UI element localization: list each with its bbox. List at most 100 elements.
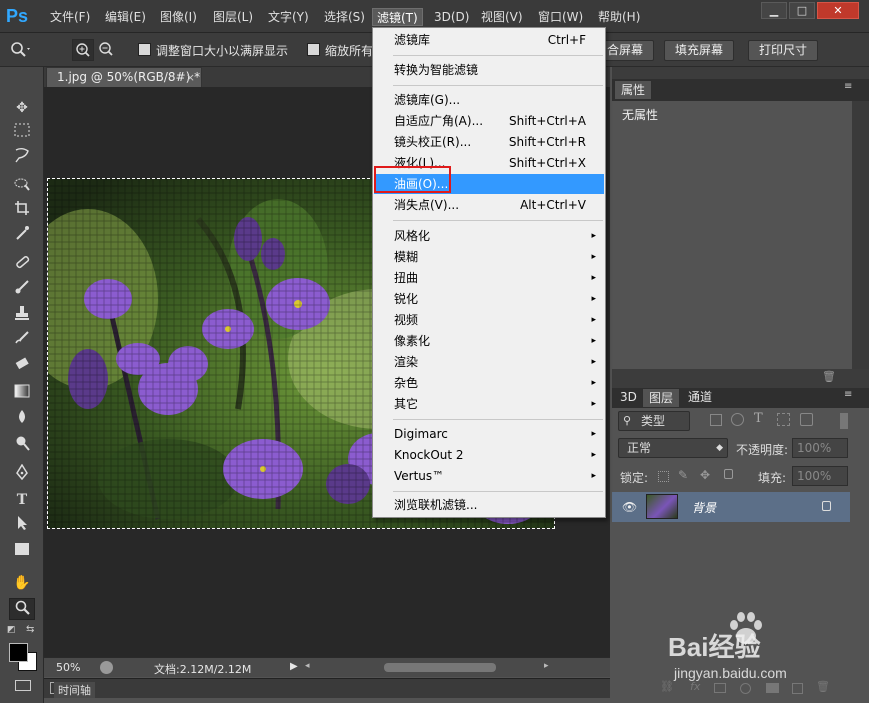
menu-item-noise[interactable]: 杂色 ▸ — [374, 373, 604, 393]
zoom-in-icon[interactable] — [72, 39, 94, 61]
lasso-tool-icon[interactable] — [9, 147, 35, 169]
menu-item-browse-filters-online[interactable]: 浏览联机滤镜... — [374, 495, 604, 515]
eraser-tool-icon[interactable] — [9, 356, 35, 378]
clone-stamp-tool-icon[interactable] — [9, 305, 35, 327]
properties-scrollbar[interactable] — [852, 101, 869, 369]
menu-select[interactable]: 选择(S) — [320, 8, 369, 26]
menu-item-stylize[interactable]: 风格化 ▸ — [374, 226, 604, 246]
blur-tool-icon[interactable] — [9, 409, 35, 431]
print-size-button[interactable]: 打印尺寸 — [748, 40, 819, 61]
type-tool-icon[interactable]: T — [9, 489, 35, 511]
crop-tool-icon[interactable] — [9, 200, 35, 222]
swap-colors-icon[interactable]: ⇆ — [26, 624, 34, 635]
menu-item-knockout[interactable]: KnockOut 2 ▸ — [374, 445, 604, 465]
menu-item-lens-correction[interactable]: 镜头校正(R)... Shift+Ctrl+R — [374, 132, 604, 152]
fill-input[interactable]: 100% — [792, 466, 848, 486]
fill-screen-button[interactable]: 填充屏幕 — [664, 40, 735, 61]
zoom-out-icon[interactable] — [96, 39, 118, 61]
opacity-input[interactable]: 100% — [792, 438, 848, 458]
resize-windows-checkbox[interactable] — [138, 43, 151, 56]
menu-separator — [393, 491, 603, 492]
menu-item-adaptive-wide-angle[interactable]: 自适应广角(A)... Shift+Ctrl+A — [374, 111, 604, 131]
menu-window[interactable]: 窗口(W) — [534, 8, 587, 26]
brush-tool-icon[interactable] — [9, 279, 35, 301]
marquee-tool-icon[interactable] — [9, 122, 35, 144]
lock-transparency-icon[interactable] — [658, 471, 669, 482]
status-menu-arrow-icon[interactable]: ▶ — [290, 661, 298, 672]
layer-filter-kind-select[interactable]: ⚲ 类型 — [618, 411, 690, 431]
menu-file[interactable]: 文件(F) — [46, 8, 94, 26]
healing-brush-tool-icon[interactable] — [9, 254, 35, 276]
menu-item-digimarc[interactable]: Digimarc ▸ — [374, 424, 604, 444]
filter-adjustment-icon[interactable] — [731, 413, 744, 426]
menu-item-filter-gallery[interactable]: 滤镜库(G)... — [374, 90, 604, 110]
minimize-button[interactable]: ▁ — [761, 2, 787, 19]
eyedropper-tool-icon[interactable] — [9, 225, 35, 247]
filter-shape-icon[interactable] — [777, 413, 790, 426]
properties-panel-menu-icon[interactable]: ≡ — [844, 81, 852, 92]
menu-item-convert-smart-filters[interactable]: 转换为智能滤镜 — [374, 60, 604, 80]
maximize-button[interactable]: □ — [789, 2, 815, 19]
menu-item-other[interactable]: 其它 ▸ — [374, 394, 604, 414]
rectangle-tool-icon[interactable] — [9, 541, 35, 563]
close-tab-icon[interactable]: × — [186, 68, 195, 87]
scroll-right-icon[interactable]: ▸ — [544, 661, 549, 671]
lock-pixels-icon[interactable]: ✎ — [678, 468, 688, 482]
document-tab[interactable]: 1.jpg @ 50%(RGB/8#) * × — [46, 67, 202, 87]
hand-tool-icon[interactable]: ✋ — [9, 572, 35, 594]
menu-3d[interactable]: 3D(D) — [430, 8, 473, 26]
status-info-icon[interactable] — [100, 661, 113, 674]
path-selection-tool-icon[interactable] — [9, 515, 35, 537]
menu-view[interactable]: 视图(V) — [477, 8, 527, 26]
filter-pixel-icon[interactable] — [710, 414, 722, 426]
menu-item-distort[interactable]: 扭曲 ▸ — [374, 268, 604, 288]
gradient-tool-icon[interactable] — [9, 383, 35, 405]
horizontal-scrollbar-thumb[interactable] — [384, 663, 496, 672]
menu-item-vanishing-point[interactable]: 消失点(V)... Alt+Ctrl+V — [374, 195, 604, 215]
menu-item-vertus[interactable]: Vertus™ ▸ — [374, 466, 604, 486]
menu-item-blur[interactable]: 模糊 ▸ — [374, 247, 604, 267]
tab-channels[interactable]: 通道 — [682, 388, 718, 407]
menu-item-filter-gallery-last[interactable]: 滤镜库 Ctrl+F — [374, 30, 604, 50]
layer-visibility-eye-icon[interactable]: 👁 — [622, 500, 637, 514]
foreground-color-swatch[interactable] — [9, 643, 28, 662]
timeline-tab[interactable]: 时间轴 — [54, 682, 95, 698]
menu-type[interactable]: 文字(Y) — [264, 8, 313, 26]
pen-tool-icon[interactable] — [9, 463, 35, 486]
quick-selection-tool-icon[interactable] — [9, 175, 35, 197]
menu-edit[interactable]: 编辑(E) — [101, 8, 150, 26]
tab-properties[interactable]: 属性 — [614, 80, 653, 99]
move-tool-icon[interactable]: ✥ — [9, 97, 35, 119]
menu-item-pixelate[interactable]: 像素化 ▸ — [374, 331, 604, 351]
zoom-all-checkbox[interactable] — [307, 43, 320, 56]
menu-item-video[interactable]: 视频 ▸ — [374, 310, 604, 330]
menu-layer[interactable]: 图层(L) — [209, 8, 257, 26]
layers-panel-menu-icon[interactable]: ≡ — [844, 389, 852, 400]
quick-mask-icon[interactable] — [15, 680, 31, 691]
tab-3d[interactable]: 3D — [614, 388, 643, 407]
layer-name[interactable]: 背景 — [692, 499, 716, 516]
menu-filter[interactable]: 滤镜(T) — [372, 8, 423, 26]
lock-all-icon[interactable] — [724, 469, 733, 479]
zoom-tool-icon[interactable] — [9, 598, 35, 620]
zoom-tool-preset-icon[interactable] — [10, 41, 30, 59]
default-colors-icon[interactable]: ◩ — [7, 625, 16, 635]
dodge-tool-icon[interactable] — [9, 435, 35, 457]
filter-smart-object-icon[interactable] — [800, 413, 813, 426]
zoom-level[interactable]: 50% — [56, 661, 80, 674]
lock-position-icon[interactable]: ✥ — [700, 468, 710, 482]
menu-item-render[interactable]: 渲染 ▸ — [374, 352, 604, 372]
menu-separator — [393, 85, 603, 86]
blend-mode-select[interactable]: 正常 ◆ — [618, 438, 728, 458]
filter-type-icon[interactable]: T — [754, 411, 763, 426]
menu-help[interactable]: 帮助(H) — [594, 8, 644, 26]
tab-layers[interactable]: 图层 — [642, 388, 681, 407]
properties-trash-icon[interactable]: 🗑 — [822, 370, 836, 383]
menu-image[interactable]: 图像(I) — [156, 8, 201, 26]
history-brush-tool-icon[interactable] — [9, 330, 35, 352]
close-window-button[interactable]: ✕ — [817, 2, 859, 19]
layer-row-background[interactable]: 👁 背景 — [612, 492, 850, 522]
filter-toggle-icon[interactable] — [840, 413, 848, 429]
menu-item-sharpen[interactable]: 锐化 ▸ — [374, 289, 604, 309]
scroll-left-icon[interactable]: ◂ — [305, 661, 310, 671]
